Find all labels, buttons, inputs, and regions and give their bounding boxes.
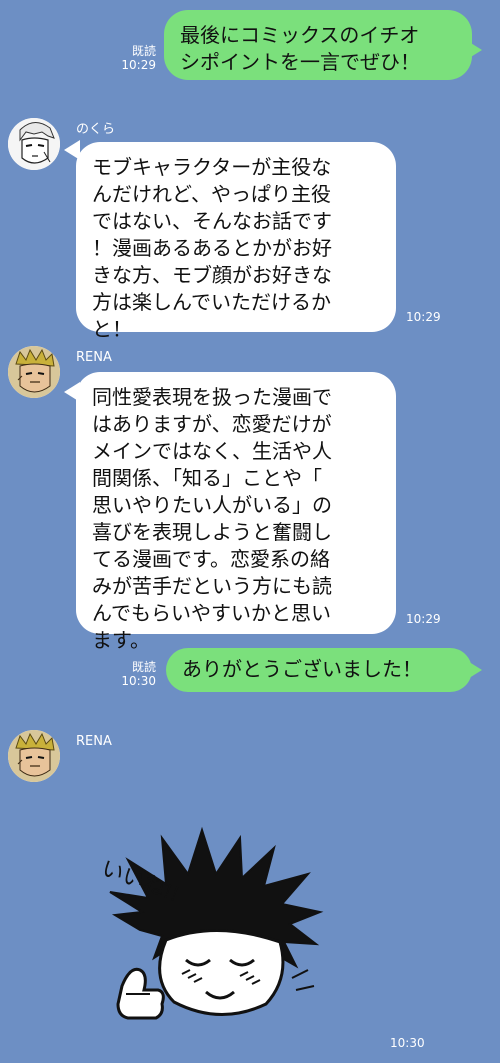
avatar[interactable] xyxy=(8,730,60,782)
read-label: 既読 xyxy=(131,660,156,674)
read-status: 既読 10:30 xyxy=(110,660,156,688)
sticker-drawing: いいね!! xyxy=(98,826,324,1020)
read-status: 既読 10:29 xyxy=(110,44,156,72)
message-time: 10:30 xyxy=(390,1036,425,1050)
message-bubble[interactable]: モブキャラクターが主役な んだけれど、やっぱり主役 ではない、そんなお話です ！… xyxy=(76,142,396,341)
avatar-image xyxy=(8,730,60,782)
message-bubble[interactable]: 最後にコミックスのイチオ シポイントを一言でぜひ！ xyxy=(164,10,472,80)
message-time: 10:29 xyxy=(406,310,441,324)
message-bubble[interactable]: ありがとうございました！ xyxy=(166,648,472,692)
message-time: 10:30 xyxy=(121,674,156,688)
sparkle-lines xyxy=(291,969,315,991)
sender-name: RENA xyxy=(76,350,112,365)
sender-name: RENA xyxy=(76,734,112,749)
avatar-image xyxy=(8,346,60,398)
avatar-image xyxy=(8,118,60,170)
avatar[interactable] xyxy=(8,118,60,170)
sticker[interactable]: いいね!! xyxy=(70,820,380,1030)
message-time: 10:29 xyxy=(121,58,156,72)
message-bubble[interactable]: 同性愛表現を扱った漫画で はありますが、恋愛だけが メインではなく、生活や人 間… xyxy=(76,372,396,652)
avatar[interactable] xyxy=(8,346,60,398)
sender-name: のくら xyxy=(76,122,116,137)
read-label: 既読 xyxy=(131,44,156,58)
message-time: 10:29 xyxy=(406,612,441,626)
face-shape xyxy=(158,928,285,1016)
